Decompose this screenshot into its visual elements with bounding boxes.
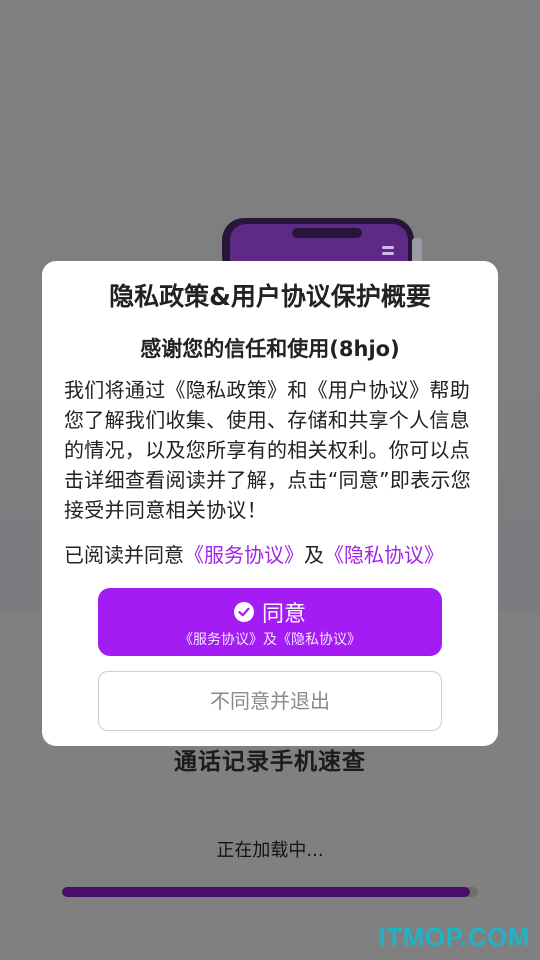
dialog-subtitle: 感谢您的信任和使用(8hjo) <box>140 337 400 361</box>
loading-progress-fill <box>62 887 470 897</box>
service-agreement-link[interactable]: 《服务协议》 <box>184 543 304 567</box>
agree-button-main: 同意 <box>98 596 442 628</box>
loading-text: 正在加载中... <box>216 840 324 861</box>
agreement-prefix: 已阅读并同意 <box>64 543 184 567</box>
loading-progress-bar <box>62 887 478 897</box>
privacy-dialog: 隐私政策&用户协议保护概要 感谢您的信任和使用(8hjo) 我们将通过《隐私政策… <box>42 261 498 746</box>
dialog-title: 隐私政策&用户协议保护概要 <box>109 282 431 311</box>
dialog-body-text: 我们将通过《隐私政策》和《用户协议》帮助您了解我们收集、使用、存储和共享个人信息… <box>64 378 472 522</box>
agree-button[interactable]: 同意 《服务协议》及《隐私协议》 <box>98 588 442 656</box>
agreement-conjunction: 及 <box>304 543 324 567</box>
disagree-exit-button[interactable]: 不同意并退出 <box>98 671 442 731</box>
watermark: ITMOP.COM <box>378 922 530 952</box>
agreement-line: 已阅读并同意《服务协议》及《隐私协议》 <box>64 540 484 570</box>
agree-button-sublabel: 《服务协议》及《隐私协议》 <box>179 632 361 648</box>
agree-button-label: 同意 <box>261 602 306 627</box>
privacy-agreement-link[interactable]: 《隐私协议》 <box>324 543 444 567</box>
app-name: 通话记录手机速查 <box>174 749 366 775</box>
check-circle-icon <box>233 602 254 622</box>
